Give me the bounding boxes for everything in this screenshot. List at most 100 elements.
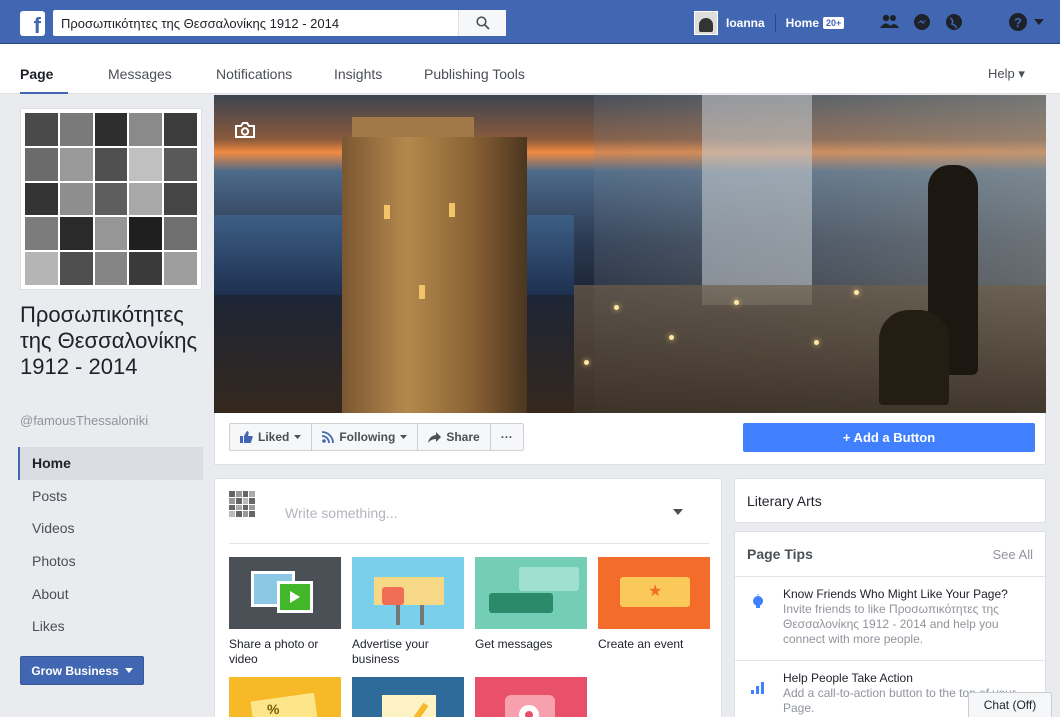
- leftnav-item-home[interactable]: Home: [18, 447, 203, 480]
- chevron-down-icon: [1034, 19, 1044, 25]
- page-navigation: Page Messages Notifications Insights Pub…: [0, 44, 1060, 94]
- page-tips-title: Page Tips: [747, 546, 813, 562]
- user-avatar[interactable]: [694, 11, 718, 35]
- leftnav-item-photos[interactable]: Photos: [18, 545, 203, 578]
- liked-button[interactable]: Liked: [230, 424, 313, 450]
- svg-text:?: ?: [1014, 15, 1022, 30]
- cover-light: [814, 340, 819, 345]
- liked-label: Liked: [258, 430, 290, 444]
- live-video-illustration: [475, 677, 587, 717]
- tower-window: [419, 285, 425, 299]
- help-link[interactable]: Help ▾: [988, 66, 1025, 82]
- messenger-icon[interactable]: [912, 12, 932, 32]
- help-menu[interactable]: ?: [1008, 12, 1044, 32]
- globe-notifications-icon[interactable]: [944, 12, 964, 32]
- search-button[interactable]: [458, 10, 506, 36]
- offer-tile[interactable]: %: [229, 677, 341, 717]
- home-link[interactable]: Home: [786, 16, 819, 30]
- composer-page-thumbnail: [229, 491, 255, 517]
- friend-requests-icon[interactable]: [880, 12, 900, 32]
- facebook-logo-icon[interactable]: f: [20, 11, 45, 36]
- page-action-bar: Liked Following Share ··· + Add a Button: [214, 413, 1046, 465]
- cover-photo[interactable]: [214, 95, 1046, 413]
- grow-business-button[interactable]: Grow Business: [20, 656, 144, 685]
- bar-chart-icon: [751, 682, 765, 697]
- left-navigation: Home Posts Videos Photos About Likes: [18, 447, 203, 643]
- cover-light: [734, 300, 739, 305]
- search-box: [53, 10, 506, 36]
- divider: [229, 543, 709, 544]
- cover-light: [669, 335, 674, 340]
- chevron-down-icon: [294, 435, 302, 439]
- leftnav-item-videos[interactable]: Videos: [18, 512, 203, 545]
- create-event-tile[interactable]: ★ Create an event: [598, 557, 710, 652]
- chevron-down-icon: [400, 435, 408, 439]
- share-button[interactable]: Share: [418, 424, 491, 450]
- chat-tab[interactable]: Chat (Off): [968, 692, 1052, 717]
- portrait-mosaic: [25, 113, 197, 285]
- advertise-label: Advertise your business: [352, 637, 429, 666]
- page-actions-group: Liked Following Share ···: [229, 423, 524, 451]
- tower-window: [449, 203, 455, 217]
- search-input[interactable]: [61, 11, 461, 35]
- tab-page[interactable]: Page: [20, 66, 53, 82]
- thumbs-up-icon: [240, 431, 253, 443]
- search-icon: [475, 16, 490, 30]
- note-tile[interactable]: [352, 677, 464, 717]
- share-photo-tile[interactable]: Share a photo or video: [229, 557, 341, 667]
- advertise-business-tile[interactable]: Advertise your business: [352, 557, 464, 667]
- tip-title: Help People Take Action: [783, 671, 913, 685]
- composer-options-caret-icon[interactable]: [673, 509, 683, 515]
- tip-title: Know Friends Who Might Like Your Page?: [783, 587, 1008, 601]
- percent-icon: %: [267, 701, 280, 717]
- tower-window: [384, 205, 390, 219]
- see-all-link[interactable]: See All: [993, 547, 1033, 562]
- tip-body: Invite friends to like Προσωπικότητες τη…: [783, 602, 999, 646]
- offer-illustration: %: [229, 677, 341, 717]
- tab-publishing-tools[interactable]: Publishing Tools: [424, 66, 525, 82]
- chevron-down-icon: [124, 668, 133, 673]
- tab-insights[interactable]: Insights: [334, 66, 382, 82]
- cover-white-tower: [342, 137, 527, 413]
- add-a-button[interactable]: + Add a Button: [743, 423, 1035, 452]
- photo-video-illustration: [229, 557, 341, 629]
- live-video-tile[interactable]: [475, 677, 587, 717]
- share-label: Share: [446, 430, 480, 444]
- more-options-button[interactable]: ···: [491, 424, 523, 450]
- cover-vintage-tower: [702, 95, 812, 305]
- divider: [774, 14, 776, 32]
- create-event-label: Create an event: [598, 637, 684, 651]
- page-tips-panel: Page Tips See All Know Friends Who Might…: [734, 531, 1047, 717]
- page-category[interactable]: Literary Arts: [734, 478, 1046, 523]
- tab-messages[interactable]: Messages: [108, 66, 172, 82]
- get-messages-tile[interactable]: Get messages: [475, 557, 587, 652]
- advertise-illustration: [352, 557, 464, 629]
- top-navigation-bar: f Ioanna Home 20+ ?: [0, 0, 1060, 44]
- rss-icon: [322, 431, 335, 443]
- write-something-input[interactable]: Write something...: [285, 505, 398, 521]
- share-arrow-icon: [428, 431, 442, 443]
- notification-icons: [880, 12, 964, 32]
- profile-link[interactable]: Ioanna: [726, 16, 765, 30]
- profile-picture[interactable]: [20, 108, 202, 290]
- camera-icon[interactable]: [234, 121, 256, 142]
- top-right-links: Ioanna Home 20+: [694, 10, 845, 36]
- cover-light: [584, 360, 589, 365]
- tip-invite-friends[interactable]: Know Friends Who Might Like Your Page? I…: [783, 587, 1033, 647]
- tab-notifications[interactable]: Notifications: [216, 66, 292, 82]
- page-username[interactable]: @famousThessaloniki: [20, 413, 148, 428]
- star-icon: ★: [648, 583, 663, 600]
- home-badge: 20+: [823, 17, 845, 29]
- messages-illustration: [475, 557, 587, 629]
- leftnav-item-likes[interactable]: Likes: [18, 610, 203, 643]
- leftnav-item-posts[interactable]: Posts: [18, 480, 203, 513]
- cover-light: [614, 305, 619, 310]
- leftnav-item-about[interactable]: About: [18, 578, 203, 611]
- following-button[interactable]: Following: [312, 424, 419, 450]
- cover-light: [854, 290, 859, 295]
- page-title: Προσωπικότητες της Θεσσαλονίκης 1912 - 2…: [20, 302, 198, 379]
- divider: [735, 576, 1047, 577]
- more-options-label: ···: [500, 430, 513, 444]
- event-ticket-illustration: ★: [598, 557, 710, 629]
- divider: [735, 660, 1047, 661]
